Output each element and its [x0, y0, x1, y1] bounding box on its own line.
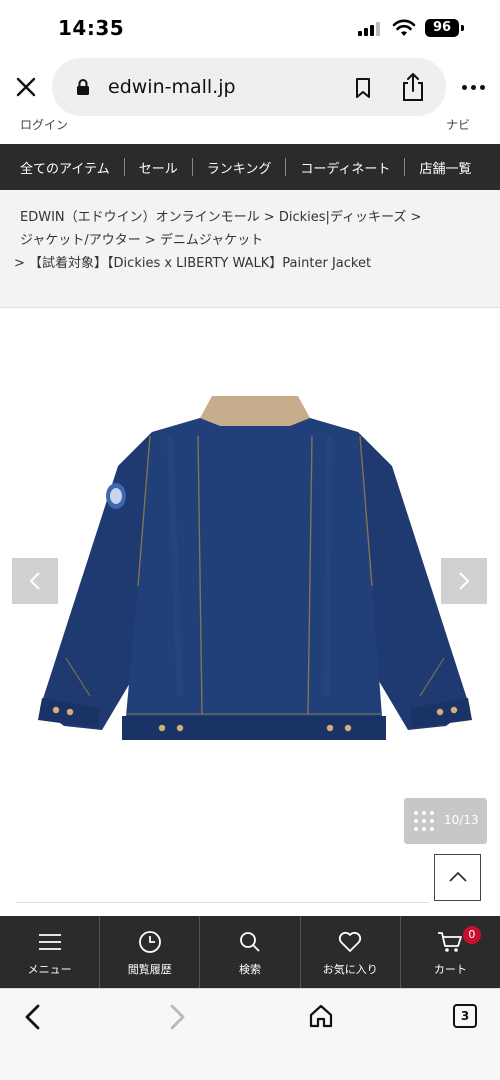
- gallery-next-button[interactable]: [441, 558, 487, 604]
- nav-item-coordinate[interactable]: コーディネート: [286, 158, 404, 177]
- breadcrumb-current: 【試着対象】【Dickies x LIBERTY WALK】Painter Ja…: [29, 256, 372, 271]
- tab-label: メニュー: [27, 963, 72, 976]
- tab-history[interactable]: 閲覧履歴: [100, 916, 201, 988]
- browser-url-row: edwin-mall.jp: [0, 56, 500, 118]
- lock-icon: [77, 79, 89, 95]
- nav-item-sale[interactable]: セール: [125, 158, 192, 177]
- close-icon[interactable]: [14, 75, 38, 99]
- chevron-up-icon: [449, 871, 467, 882]
- status-bar: 14:35 96: [0, 0, 500, 56]
- hamburger-icon: [38, 934, 61, 950]
- nav-item-ranking[interactable]: ランキング: [193, 158, 286, 177]
- breadcrumb-item[interactable]: デニムジャケット: [160, 233, 263, 248]
- home-icon[interactable]: [308, 1003, 334, 1029]
- breadcrumb: EDWIN（エドウイン）オンラインモール > Dickies|ディッキーズ > …: [0, 190, 500, 308]
- battery-indicator: 96: [425, 19, 459, 37]
- breadcrumb-item[interactable]: Dickies|ディッキーズ: [279, 210, 407, 225]
- breadcrumb-separator: >: [410, 210, 422, 225]
- clock-icon: [138, 931, 161, 953]
- site-header-strip: ログイン ナビ: [0, 118, 500, 144]
- category-nav: 全てのアイテム セール ランキング コーディネート 店舗一覧: [0, 144, 500, 190]
- heart-icon: [339, 931, 362, 952]
- site-bottom-nav: メニュー 閲覧履歴 検索 お気に入り 0 カート: [0, 916, 500, 988]
- browser-toolbar: 3: [0, 988, 500, 1080]
- tabs-button[interactable]: 3: [453, 1004, 477, 1028]
- scroll-to-top-button[interactable]: [434, 854, 481, 901]
- product-image[interactable]: [30, 396, 480, 756]
- navi-link[interactable]: ナビ: [446, 118, 470, 133]
- chevron-right-icon: [459, 572, 470, 590]
- search-icon: [240, 932, 260, 952]
- breadcrumb-separator: >: [144, 233, 156, 248]
- breadcrumb-separator: >: [263, 210, 275, 225]
- tab-search[interactable]: 検索: [200, 916, 301, 988]
- chevron-left-icon: [29, 572, 40, 590]
- gallery-prev-button[interactable]: [12, 558, 58, 604]
- address-bar[interactable]: edwin-mall.jp: [52, 58, 446, 116]
- battery-tip: [461, 25, 464, 31]
- tab-label: お気に入り: [322, 963, 378, 976]
- status-time: 14:35: [58, 16, 125, 40]
- grid-icon: [414, 811, 434, 831]
- tab-favorites[interactable]: お気に入り: [301, 916, 401, 988]
- cart-icon: [438, 932, 463, 952]
- login-link[interactable]: ログイン: [20, 118, 68, 133]
- breadcrumb-item[interactable]: ジャケット/アウター: [20, 233, 141, 248]
- nav-item-stores[interactable]: 店舗一覧: [405, 158, 485, 177]
- cart-count-badge: 0: [462, 926, 481, 944]
- divider: [16, 902, 429, 903]
- breadcrumb-item[interactable]: EDWIN（エドウイン）オンラインモール: [20, 210, 260, 225]
- tab-label: 閲覧履歴: [127, 963, 172, 976]
- gallery-counter: 10/13: [444, 813, 479, 827]
- tab-menu[interactable]: メニュー: [0, 916, 101, 988]
- share-icon[interactable]: [400, 72, 426, 102]
- wifi-icon: [392, 19, 416, 36]
- cellular-signal-icon: [358, 22, 382, 36]
- forward-icon[interactable]: [166, 1003, 188, 1031]
- back-icon[interactable]: [22, 1003, 44, 1031]
- product-gallery: 10/13: [0, 308, 500, 908]
- gallery-counter-button[interactable]: 10/13: [404, 798, 487, 844]
- tab-label: カート: [433, 963, 467, 976]
- tab-label: 検索: [239, 963, 261, 976]
- tab-cart[interactable]: 0 カート: [401, 916, 500, 988]
- more-options-icon[interactable]: [460, 84, 488, 92]
- breadcrumb-separator: >: [14, 256, 25, 271]
- nav-item-all-items[interactable]: 全てのアイテム: [0, 158, 124, 177]
- url-text: edwin-mall.jp: [108, 76, 236, 98]
- bookmark-icon[interactable]: [354, 77, 372, 99]
